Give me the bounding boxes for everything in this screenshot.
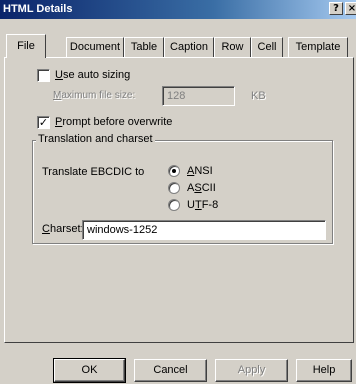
prompt-overwrite-checkbox[interactable]: ✓: [37, 116, 50, 129]
max-file-size-unit: KB: [251, 90, 266, 102]
prompt-overwrite-label[interactable]: Prompt before overwrite: [55, 116, 172, 128]
title-bar: HTML Details ? ×: [0, 0, 356, 19]
charset-input[interactable]: windows-1252: [82, 220, 326, 240]
radio-utf8-label[interactable]: UTF-8: [187, 199, 218, 211]
radio-ascii[interactable]: [168, 182, 180, 194]
tab-caption[interactable]: Caption: [164, 37, 214, 57]
close-icon[interactable]: ×: [345, 2, 356, 15]
tab-row[interactable]: Row: [214, 37, 251, 57]
translation-group-title: Translation and charset: [36, 133, 155, 145]
tab-file[interactable]: File: [6, 34, 46, 58]
radio-ascii-label[interactable]: ASCII: [187, 182, 216, 194]
charset-label: Charset:: [42, 223, 84, 235]
tab-table[interactable]: Table: [124, 37, 164, 57]
radio-ansi[interactable]: [168, 165, 180, 177]
tab-document[interactable]: Document: [66, 37, 124, 57]
tab-template[interactable]: Template: [288, 37, 348, 57]
auto-sizing-checkbox[interactable]: [37, 69, 50, 82]
cancel-button[interactable]: Cancel: [134, 359, 207, 382]
ok-button[interactable]: OK: [53, 358, 126, 383]
help-icon[interactable]: ?: [329, 2, 343, 15]
max-file-size-label: Maximum file size:: [53, 90, 136, 101]
radio-ansi-label[interactable]: ANSI: [187, 165, 213, 177]
file-tab-panel: Use auto sizing Maximum file size: 128 K…: [4, 57, 354, 343]
radio-utf8[interactable]: [168, 199, 180, 211]
apply-button[interactable]: Apply: [215, 359, 288, 382]
max-file-size-input[interactable]: 128: [162, 86, 235, 106]
tab-cell[interactable]: Cell: [251, 37, 283, 57]
help-button[interactable]: Help: [296, 359, 352, 382]
translate-ebcdic-label: Translate EBCDIC to: [42, 166, 145, 178]
auto-sizing-label[interactable]: Use auto sizing: [55, 69, 130, 81]
window-title: HTML Details: [3, 3, 73, 15]
